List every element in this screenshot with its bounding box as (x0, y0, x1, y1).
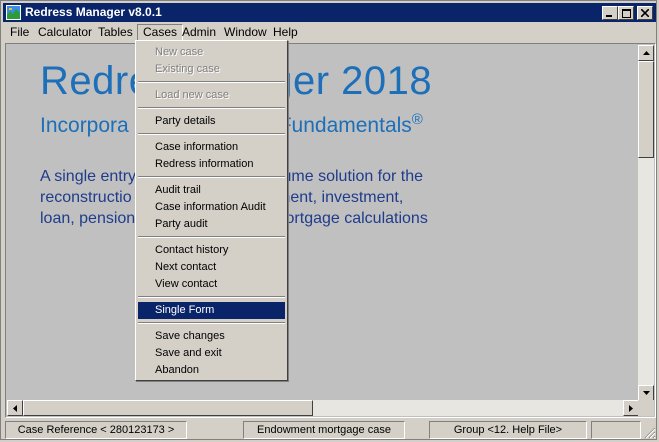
menu-separator (138, 133, 285, 135)
window-title: Redress Manager v8.0.1 (25, 5, 162, 19)
menu-help[interactable]: Help (268, 24, 303, 41)
menu-item-party-audit[interactable]: Party audit (138, 216, 285, 233)
vertical-scrollbar[interactable] (638, 45, 654, 401)
maximize-icon (621, 8, 631, 18)
close-button[interactable] (637, 6, 653, 20)
minimize-icon (606, 15, 612, 17)
app-icon (6, 5, 21, 20)
menu-item-redress-information[interactable]: Redress information (138, 156, 285, 173)
menu-item-save-and-exit[interactable]: Save and exit (138, 345, 285, 362)
menu-separator (138, 107, 285, 109)
menu-file[interactable]: File (5, 24, 34, 41)
arrow-left-icon (13, 404, 17, 412)
status-case-type: Endowment mortgage case (243, 421, 405, 439)
desc-line-3-left: loan, pension (40, 210, 136, 227)
menu-tables[interactable]: Tables (93, 24, 138, 41)
menu-item-audit-trail[interactable]: Audit trail (138, 182, 285, 199)
minimize-button[interactable] (602, 6, 618, 20)
menu-calculator[interactable]: Calculator (33, 24, 97, 41)
menu-item-save-changes[interactable]: Save changes (138, 328, 285, 345)
arrow-down-icon (642, 391, 650, 395)
status-case-reference: Case Reference < 280123173 > (5, 421, 187, 439)
horizontal-scrollbar[interactable] (7, 400, 639, 416)
app-window: Redress Manager v8.0.1 File Calculator T… (0, 0, 657, 440)
horizontal-scroll-thumb[interactable] (23, 400, 313, 416)
splash-subtitle-right: Fundamentals (278, 114, 412, 137)
scroll-down-button[interactable] (638, 385, 654, 401)
menu-item-existing-case: Existing case (155, 63, 220, 75)
menu-separator (138, 81, 285, 83)
menu-admin[interactable]: Admin (177, 24, 221, 41)
scroll-left-button[interactable] (7, 400, 23, 416)
menu-separator (138, 236, 285, 238)
menu-bar: File Calculator Tables Cases Admin Windo… (3, 23, 656, 42)
resize-grip-icon[interactable] (642, 425, 656, 439)
menu-separator (138, 296, 285, 298)
vertical-scroll-thumb[interactable] (638, 61, 654, 158)
menu-item-load-new-case: Load new case (155, 89, 229, 101)
splash-content: Redre ager 2018 Incorpora Fundamentals® A … (7, 45, 639, 401)
menu-window[interactable]: Window (219, 24, 272, 41)
close-icon (641, 9, 649, 17)
menu-item-new-case: New case (155, 46, 204, 58)
desc-line-1-left: A single entry (40, 168, 137, 185)
menu-item-next-contact[interactable]: Next contact (138, 259, 285, 276)
desc-line-3-right: mortgage calculations (272, 210, 428, 227)
menu-item-case-information[interactable]: Case information (138, 139, 285, 156)
status-bar: Case Reference < 280123173 > Endowment m… (3, 420, 656, 439)
status-group: Group <12. Help File> (429, 421, 587, 439)
splash-subtitle-left: Incorpora (40, 114, 129, 137)
menu-item-contact-history[interactable]: Contact history (138, 242, 285, 259)
scrollbar-corner (638, 400, 654, 416)
menu-item-single-form[interactable]: Single Form (138, 302, 285, 319)
mdi-client-area: Redre ager 2018 Incorpora Fundamentals® A … (5, 43, 656, 418)
cases-dropdown-menu: New case Existing case Load new case Par… (135, 40, 288, 381)
menu-item-view-contact[interactable]: View contact (138, 276, 285, 293)
registered-mark: ® (411, 111, 423, 128)
menu-separator (138, 176, 285, 178)
menu-item-abandon[interactable]: Abandon (138, 362, 285, 379)
menu-item-case-information-audit[interactable]: Case information Audit (138, 199, 285, 216)
arrow-right-icon (629, 404, 633, 412)
status-empty-panel (591, 421, 641, 439)
scroll-up-button[interactable] (638, 45, 654, 61)
title-bar[interactable]: Redress Manager v8.0.1 (3, 3, 656, 22)
maximize-button[interactable] (618, 6, 634, 20)
desc-line-2-left: reconstructio (40, 189, 132, 206)
scroll-right-button[interactable] (623, 400, 639, 416)
menu-item-party-details[interactable]: Party details (138, 113, 285, 130)
arrow-up-icon (642, 51, 650, 55)
menu-separator (138, 322, 285, 324)
